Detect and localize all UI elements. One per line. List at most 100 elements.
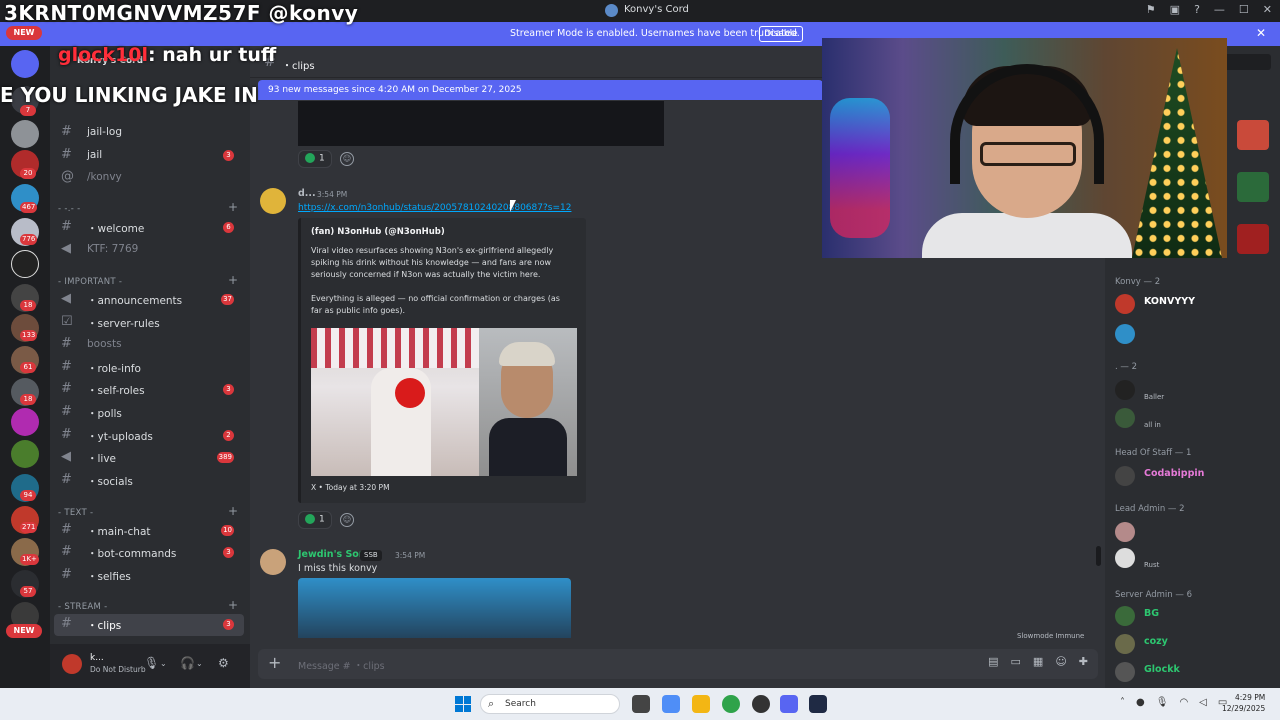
server-icon[interactable] [11, 440, 39, 468]
gif-icon[interactable]: ▭ [1011, 655, 1021, 668]
attach-plus-icon[interactable]: + [268, 653, 281, 672]
embed-image-left[interactable] [311, 328, 479, 476]
maximize-button[interactable]: ☐ [1239, 3, 1249, 16]
obs-icon[interactable] [752, 695, 770, 713]
channel-boosts[interactable]: # boosts [54, 334, 244, 356]
reaction-button[interactable]: 1 [298, 150, 332, 168]
channel-self-roles[interactable]: # ・self-roles 3 [54, 379, 244, 401]
channel-announcements[interactable]: ◀ ・announcements 37 [54, 289, 244, 311]
new-messages-bar[interactable]: 93 new messages since 4:20 AM on Decembe… [258, 80, 823, 100]
chevron-up-icon[interactable]: ˄ [1120, 697, 1125, 708]
channel-ktf-voice[interactable]: ◀ KTF: 7769 [54, 239, 244, 261]
server-icon[interactable] [11, 250, 39, 278]
chat-scrollbar[interactable] [1096, 546, 1101, 566]
inbox-icon[interactable]: ⚑ [1146, 3, 1156, 16]
activity-thumbnail[interactable] [1237, 224, 1269, 254]
headphones-icon[interactable]: 🎧 [180, 656, 195, 670]
message-author[interactable]: Jewdin's Son [298, 549, 366, 560]
message-input[interactable]: Message # ・clips [298, 658, 385, 672]
close-window-button[interactable]: ✕ [1263, 3, 1272, 16]
channel-socials[interactable]: # ・socials [54, 470, 244, 492]
channel-konvy[interactable]: @ /konvy [54, 167, 244, 189]
channel-live[interactable]: ◀ ・live 389 [54, 447, 244, 469]
member-item[interactable]: BG [1115, 604, 1275, 628]
screen-icon[interactable]: ▣ [1170, 3, 1180, 16]
category-misc[interactable]: - -.- - [58, 204, 80, 214]
minimize-button[interactable]: — [1214, 3, 1225, 16]
channel-polls[interactable]: # ・polls [54, 402, 244, 424]
sticker-icon[interactable]: ▦ [1033, 655, 1043, 668]
channel-role-info[interactable]: # ・role-info [54, 357, 244, 379]
embed-title[interactable]: (fan) N3onHub (@N3onHub) [311, 227, 445, 237]
message-author[interactable]: d... [298, 188, 316, 199]
member-item[interactable]: Baller [1115, 378, 1275, 402]
avatar[interactable] [62, 654, 82, 674]
channel-main-chat[interactable]: # ・main-chat 10 [54, 520, 244, 542]
chrome-icon[interactable] [722, 695, 740, 713]
member-item[interactable]: KONVYYY [1115, 292, 1275, 316]
help-icon[interactable]: ? [1194, 3, 1200, 16]
tray-app-icon[interactable]: ● [1136, 697, 1145, 708]
task-view-icon[interactable] [632, 695, 650, 713]
channel-welcome[interactable]: # ・welcome 6 [54, 217, 244, 239]
new-unreads-pill-top[interactable]: NEW [6, 26, 42, 40]
activity-thumbnail[interactable] [1237, 172, 1269, 202]
gift-icon[interactable]: ▤ [988, 655, 998, 668]
channel-clips[interactable]: # ・clips 3 [54, 614, 244, 636]
member-item[interactable] [1115, 322, 1275, 346]
category-stream[interactable]: - STREAM - [58, 602, 108, 612]
channel-bot-commands[interactable]: # ・bot-commands 3 [54, 542, 244, 564]
category-text[interactable]: - TEXT - [58, 508, 93, 518]
network-icon[interactable]: ◠ [1179, 697, 1188, 708]
guild-tag[interactable]: SSB [360, 550, 382, 561]
video-thumbnail[interactable] [298, 578, 571, 638]
discord-taskbar-icon[interactable] [780, 695, 798, 713]
close-banner-icon[interactable]: ✕ [1256, 26, 1266, 40]
file-explorer-icon[interactable] [692, 695, 710, 713]
server-icon[interactable] [11, 408, 39, 436]
member-name: BG [1144, 608, 1160, 619]
embed-image-right[interactable] [479, 328, 577, 476]
chevron-down-icon[interactable]: ⌄ [196, 659, 203, 668]
channel-jail[interactable]: # jail 3 [54, 145, 244, 167]
taskbar-clock[interactable]: 4:29 PM 12/29/2025 [1222, 692, 1265, 714]
emoji-picker-icon[interactable]: ☺ [1055, 655, 1066, 668]
apps-icon[interactable]: ✚ [1079, 655, 1088, 668]
video-thumbnail[interactable] [298, 101, 664, 146]
volume-icon[interactable]: ◁ [1199, 697, 1207, 708]
member-item[interactable]: cozy [1115, 632, 1275, 656]
member-item[interactable]: Rust [1115, 546, 1275, 570]
avatar[interactable] [260, 188, 286, 214]
add-reaction-icon[interactable]: ☺ [340, 513, 354, 527]
disable-streamer-button[interactable]: Disable [759, 26, 803, 42]
channel-yt-uploads[interactable]: # ・yt-uploads 2 [54, 425, 244, 447]
add-reaction-icon[interactable]: ☺ [340, 152, 354, 166]
microphone-tray-icon[interactable]: 🎙 [1156, 697, 1169, 708]
member-item[interactable]: all in [1115, 406, 1275, 430]
reaction-button[interactable]: 1 [298, 511, 332, 529]
gear-icon[interactable]: ⚙ [218, 656, 229, 670]
channel-server-rules[interactable]: ☑ ・server-rules [54, 312, 244, 334]
copilot-icon[interactable] [662, 695, 680, 713]
microphone-icon[interactable]: 🎙 [144, 656, 159, 670]
avatar[interactable] [260, 549, 286, 575]
activity-thumbnail[interactable] [1237, 120, 1269, 150]
chevron-down-icon[interactable]: ⌄ [160, 659, 167, 668]
add-channel-icon[interactable]: + [228, 273, 238, 287]
member-item[interactable] [1115, 520, 1275, 544]
channel-jail-log[interactable]: # jail-log [54, 122, 244, 144]
add-channel-icon[interactable]: + [228, 200, 238, 214]
member-item[interactable]: Codabippin [1115, 464, 1275, 488]
taskbar-search[interactable]: ⌕ Search [480, 694, 620, 714]
channel-selfies[interactable]: # ・selfies [54, 565, 244, 587]
windows-start-icon[interactable] [455, 696, 471, 712]
server-icon[interactable] [11, 120, 39, 148]
server-icon[interactable] [11, 50, 39, 78]
member-item[interactable]: Glockk [1115, 660, 1275, 684]
app-taskbar-icon[interactable] [809, 695, 827, 713]
message-link[interactable]: https://x.com/n3onhub/status/20057810240… [298, 203, 571, 213]
add-channel-icon[interactable]: + [228, 598, 238, 612]
new-unreads-pill-bottom[interactable]: NEW [6, 624, 42, 638]
category-important[interactable]: - IMPORTANT - [58, 277, 122, 287]
add-channel-icon[interactable]: + [228, 504, 238, 518]
